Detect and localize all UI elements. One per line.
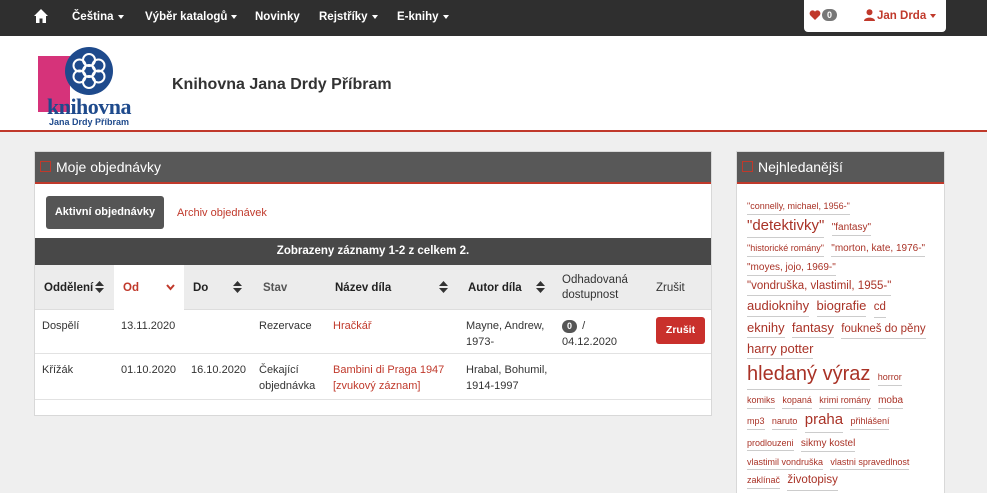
tag-link[interactable]: prodlouzeni xyxy=(747,437,794,452)
user-icon xyxy=(864,9,875,21)
column-header-availability: Odhadovaná dostupnost xyxy=(562,273,628,301)
column-header-from[interactable]: Od xyxy=(114,265,184,310)
tag-link[interactable]: zaklínač xyxy=(747,474,781,489)
column-header-author[interactable]: Autor díla xyxy=(459,265,553,310)
site-title: Knihovna Jana Drdy Příbram xyxy=(172,76,392,93)
cell-status: Čekající objednávka xyxy=(259,364,316,392)
nav-news[interactable]: Novinky xyxy=(255,11,300,23)
heart-icon[interactable] xyxy=(809,9,821,21)
tag-link[interactable]: audioknihy xyxy=(747,296,810,317)
tab-active-orders[interactable]: Aktivní objednávky xyxy=(46,196,164,229)
nav-language[interactable]: Čeština xyxy=(72,11,124,23)
tag-link[interactable]: praha xyxy=(804,409,844,433)
table-row: Dospělí 13.11.2020 Rezervace Hračkář May… xyxy=(35,310,711,354)
cell-availability: 0 / 04.12.2020 xyxy=(562,320,618,348)
tag-link[interactable]: harry potter xyxy=(747,339,814,360)
home-icon[interactable] xyxy=(33,8,49,24)
cell-status: Rezervace xyxy=(259,320,312,332)
column-header-status: Stav xyxy=(263,281,288,294)
tag-link[interactable]: vlastimil vondruška xyxy=(747,456,824,471)
sort-icon xyxy=(439,281,448,293)
tag-link[interactable]: sikmy kostel xyxy=(800,436,856,452)
tag-link[interactable]: fantasy xyxy=(791,318,834,338)
column-header-department[interactable]: Oddělení xyxy=(35,265,114,310)
column-header-cancel: Zrušit xyxy=(656,281,685,294)
user-menu[interactable]: Jan Drda xyxy=(877,10,937,22)
nav-catalog-select[interactable]: Výběr katalogů xyxy=(145,11,238,23)
tag-cloud: "connelly, michael, 1956-" "detektivky" … xyxy=(747,196,931,491)
tag-link[interactable]: komiks xyxy=(747,394,776,409)
tag-link[interactable]: moba xyxy=(878,393,904,410)
chevron-down-icon xyxy=(166,284,175,291)
tag-link[interactable]: "moyes, jojo, 1969-" xyxy=(747,260,836,276)
tag-link[interactable]: "historické romány" xyxy=(747,242,824,257)
cell-title-link[interactable]: Hračkář xyxy=(333,318,372,334)
cell-title-link[interactable]: Bambini di Praga 1947 [zvukový záznam] xyxy=(333,362,444,394)
tag-link[interactable]: "connelly, michael, 1956-" xyxy=(747,200,850,215)
nav-indexes[interactable]: Rejstříky xyxy=(319,11,378,23)
tag-link[interactable]: foukneš do pěny xyxy=(841,321,926,339)
chevron-down-icon xyxy=(442,14,449,19)
top-navbar: Čeština Výběr katalogů Novinky Rejstříky… xyxy=(0,0,987,36)
results-count-bar: Zobrazeny záznamy 1-2 z celkem 2. xyxy=(35,238,711,265)
chevron-down-icon xyxy=(117,14,124,19)
tag-link[interactable]: "morton, kate, 1976-" xyxy=(831,241,926,257)
cancel-order-button[interactable]: Zrušit xyxy=(656,317,705,344)
tag-link[interactable]: horror xyxy=(877,371,902,386)
chevron-down-icon xyxy=(231,14,238,19)
popular-panel-header: Nejhledanější xyxy=(737,152,944,184)
orders-panel-header: Moje objednávky xyxy=(35,152,711,184)
column-header-title[interactable]: Název díla xyxy=(326,265,459,310)
orders-panel: Moje objednávky Aktivní objednávky Archi… xyxy=(34,151,712,416)
nav-ebooks[interactable]: E-knihy xyxy=(397,11,449,23)
cell-to: 16.10.2020 xyxy=(191,364,247,376)
tag-link[interactable]: cd xyxy=(873,299,886,318)
tag-link[interactable]: vlastni spravedlnost xyxy=(830,456,910,471)
cell-author: Hrabal, Bohumil, 1914-1997 xyxy=(466,364,548,392)
sort-icon xyxy=(536,281,545,293)
logo-flower-icon xyxy=(65,47,113,95)
library-logo[interactable]: knihovna Jana Drdy Příbram xyxy=(38,46,140,127)
square-icon xyxy=(40,161,51,172)
orders-panel-title: Moje objednávky xyxy=(56,159,162,175)
tag-link[interactable]: "detektivky" xyxy=(747,215,825,238)
tag-link[interactable]: krimi romány xyxy=(819,394,871,409)
tag-link[interactable]: životopisy xyxy=(787,472,838,491)
orders-table-header: Oddělení Od Do Stav Název díla Autor díl… xyxy=(35,265,711,310)
queue-count-badge: 0 xyxy=(562,320,578,333)
tag-link[interactable]: kopaná xyxy=(782,394,812,409)
site-header: knihovna Jana Drdy Příbram Knihovna Jana… xyxy=(0,36,987,132)
popular-searches-panel: Nejhledanější "connelly, michael, 1956-"… xyxy=(736,151,945,493)
column-header-to[interactable]: Do xyxy=(184,265,254,310)
sort-icon xyxy=(233,281,242,293)
table-row: Křížák 01.10.2020 16.10.2020 Čekající ob… xyxy=(35,354,711,400)
tag-link[interactable]: "fantasy" xyxy=(831,220,872,236)
cell-from: 13.11.2020 xyxy=(121,320,176,332)
cell-department: Dospělí xyxy=(42,320,80,332)
tag-link[interactable]: naruto xyxy=(771,415,798,430)
tag-link[interactable]: hledaný výraz xyxy=(747,359,871,391)
tab-order-archive[interactable]: Archiv objednávek xyxy=(177,207,267,219)
chevron-down-icon xyxy=(371,14,378,19)
cell-author: Mayne, Andrew, 1973- xyxy=(466,320,545,348)
chevron-down-icon xyxy=(930,13,937,18)
sort-icon xyxy=(95,281,104,293)
user-area: 0 Jan Drda xyxy=(804,0,946,32)
square-icon xyxy=(742,161,753,172)
tag-link[interactable]: mp3 xyxy=(747,415,765,430)
tag-link[interactable]: "vondruška, vlastimil, 1955-" xyxy=(747,278,892,297)
tag-link[interactable]: přihlášení xyxy=(850,415,890,430)
favorites-count-badge[interactable]: 0 xyxy=(822,9,838,21)
tag-link[interactable]: biografie xyxy=(816,296,867,317)
cell-department: Křížák xyxy=(42,364,74,376)
tag-link[interactable]: eknihy xyxy=(747,318,785,338)
popular-panel-title: Nejhledanější xyxy=(758,159,843,175)
cell-from: 01.10.2020 xyxy=(121,364,177,376)
logo-subtitle: Jana Drdy Příbram xyxy=(48,117,130,127)
